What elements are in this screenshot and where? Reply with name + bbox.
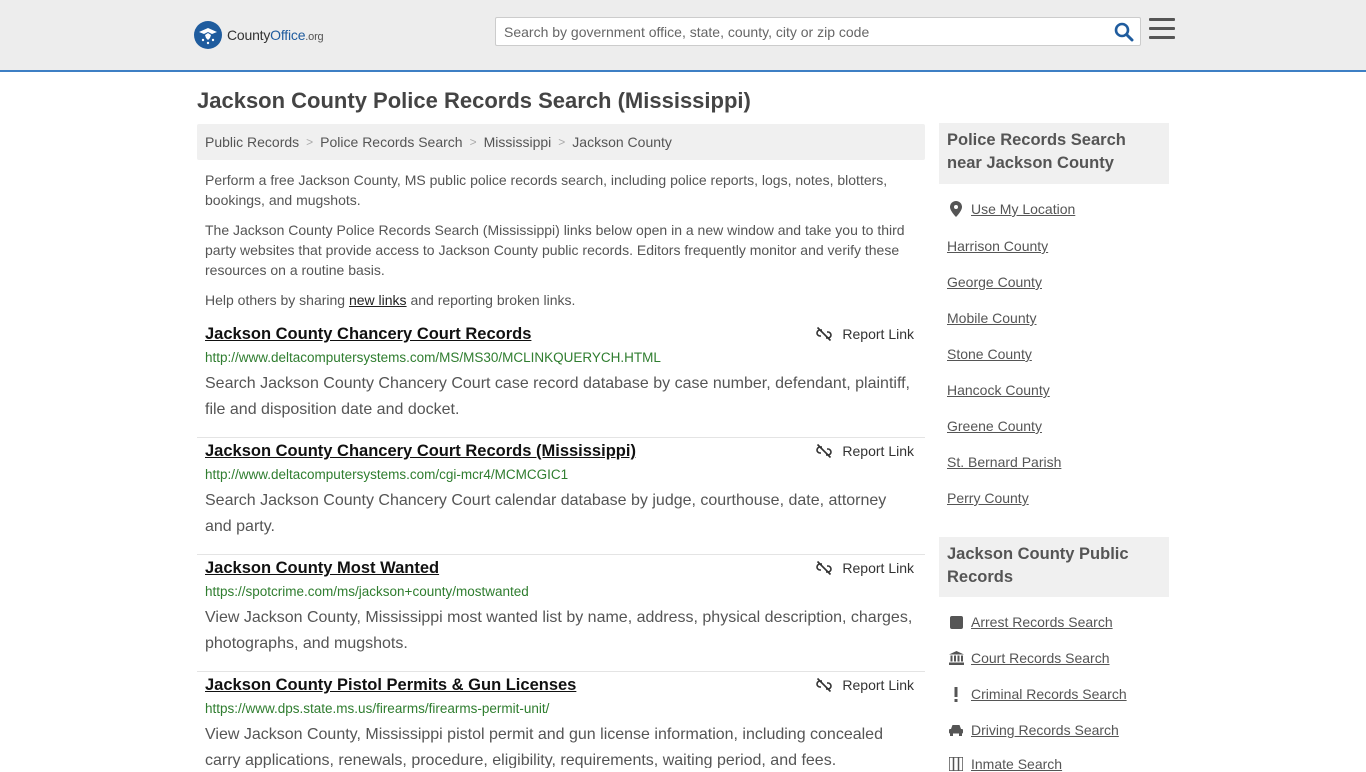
use-location-item: Use My Location: [947, 201, 1075, 217]
result-url: http://www.deltacomputersystems.com/MS/M…: [205, 350, 661, 365]
report-link-label: Report Link: [842, 677, 914, 693]
public-record-item: Driving Records Search: [947, 722, 1119, 738]
result-description: View Jackson County, Mississippi most wa…: [205, 609, 913, 652]
page-title: Jackson County Police Records Search (Mi…: [197, 88, 751, 113]
breadcrumb-separator-icon: >: [558, 135, 566, 149]
public-record-item: Criminal Records Search: [947, 686, 1127, 702]
nearby-link-george[interactable]: George County: [947, 274, 1042, 290]
intro-p3-before: Help others by sharing: [205, 292, 349, 308]
nearby-link-mobile[interactable]: Mobile County: [947, 310, 1037, 326]
result-title-link[interactable]: Jackson County Chancery Court Records (M…: [205, 442, 636, 461]
breadcrumb-mississippi[interactable]: Mississippi: [484, 134, 552, 150]
logo-seal-icon: [194, 21, 222, 49]
intro-paragraph-2: The Jackson County Police Records Search…: [205, 222, 905, 278]
new-links-link[interactable]: new links: [349, 292, 407, 308]
report-link-button[interactable]: Report Link: [816, 677, 914, 693]
breadcrumb-police-records[interactable]: Police Records Search: [320, 134, 462, 150]
public-record-item: Inmate Search: [947, 756, 1062, 772]
logo-org: .org: [305, 31, 324, 43]
site-header: CountyOffice.org: [0, 0, 1366, 72]
result-item: Jackson County Most Wanted Report Link h…: [197, 554, 925, 672]
criminal-records-link[interactable]: Criminal Records Search: [971, 686, 1127, 702]
report-link-button[interactable]: Report Link: [816, 326, 914, 342]
result-description: View Jackson County, Mississippi pistol …: [205, 726, 883, 768]
broken-link-icon: [816, 677, 833, 693]
nearby-link-stone[interactable]: Stone County: [947, 346, 1032, 362]
inmate-search-link[interactable]: Inmate Search: [971, 756, 1062, 772]
inmate-icon: [947, 756, 965, 772]
courthouse-icon: [947, 650, 965, 666]
result-description: Search Jackson County Chancery Court cas…: [205, 375, 910, 418]
nearby-heading: Police Records Search near Jackson Count…: [939, 123, 1169, 184]
result-item: Jackson County Chancery Court Records (M…: [197, 437, 925, 555]
report-link-label: Report Link: [842, 326, 914, 342]
use-my-location-link[interactable]: Use My Location: [971, 201, 1075, 217]
nearby-link-hancock[interactable]: Hancock County: [947, 382, 1050, 398]
result-item: Jackson County Pistol Permits & Gun Lice…: [197, 671, 925, 768]
public-records-heading: Jackson County Public Records: [939, 537, 1169, 597]
broken-link-icon: [816, 560, 833, 576]
search-bar: [495, 17, 1141, 46]
result-url: http://www.deltacomputersystems.com/cgi-…: [205, 467, 569, 482]
report-link-button[interactable]: Report Link: [816, 560, 914, 576]
public-record-item: Arrest Records Search: [947, 614, 1113, 630]
broken-link-icon: [816, 443, 833, 459]
result-description: Search Jackson County Chancery Court cal…: [205, 492, 887, 535]
nearby-link-perry[interactable]: Perry County: [947, 490, 1029, 506]
report-link-button[interactable]: Report Link: [816, 443, 914, 459]
result-item: Jackson County Chancery Court Records Re…: [197, 320, 925, 438]
result-url: https://www.dps.state.ms.us/firearms/fir…: [205, 701, 550, 716]
breadcrumb-separator-icon: >: [306, 135, 314, 149]
logo-wordmark: CountyOffice.org: [227, 27, 324, 43]
result-title-link[interactable]: Jackson County Chancery Court Records: [205, 325, 531, 344]
driving-records-link[interactable]: Driving Records Search: [971, 722, 1119, 738]
search-input[interactable]: [496, 18, 1112, 45]
result-title-link[interactable]: Jackson County Most Wanted: [205, 559, 439, 578]
logo-county: County: [227, 27, 271, 43]
report-link-label: Report Link: [842, 443, 914, 459]
search-icon[interactable]: [1114, 22, 1134, 42]
breadcrumb-separator-icon: >: [469, 135, 477, 149]
intro-paragraph-1: Perform a free Jackson County, MS public…: [205, 172, 888, 208]
nearby-link-greene[interactable]: Greene County: [947, 418, 1042, 434]
public-record-item: Court Records Search: [947, 650, 1110, 666]
broken-link-icon: [816, 326, 833, 342]
breadcrumb: Public Records > Police Records Search >…: [197, 124, 925, 160]
result-title-link[interactable]: Jackson County Pistol Permits & Gun Lice…: [205, 676, 576, 695]
intro-p3-after: and reporting broken links.: [406, 292, 576, 308]
result-url: https://spotcrime.com/ms/jackson+county/…: [205, 584, 529, 599]
nearby-link-harrison[interactable]: Harrison County: [947, 238, 1048, 254]
arrest-records-link[interactable]: Arrest Records Search: [971, 614, 1113, 630]
court-records-link[interactable]: Court Records Search: [971, 650, 1110, 666]
intro-paragraph-3: Help others by sharing new links and rep…: [205, 290, 905, 310]
hamburger-menu-icon[interactable]: [1149, 18, 1175, 42]
breadcrumb-public-records[interactable]: Public Records: [205, 134, 299, 150]
site-logo[interactable]: CountyOffice.org: [194, 20, 324, 50]
square-icon: [947, 614, 965, 630]
nearby-link-st-bernard[interactable]: St. Bernard Parish: [947, 454, 1061, 470]
map-pin-icon: [947, 201, 965, 217]
logo-office: Office: [270, 27, 306, 43]
exclamation-icon: [947, 686, 965, 702]
car-icon: [947, 722, 965, 738]
report-link-label: Report Link: [842, 560, 914, 576]
breadcrumb-jackson-county[interactable]: Jackson County: [572, 134, 672, 150]
